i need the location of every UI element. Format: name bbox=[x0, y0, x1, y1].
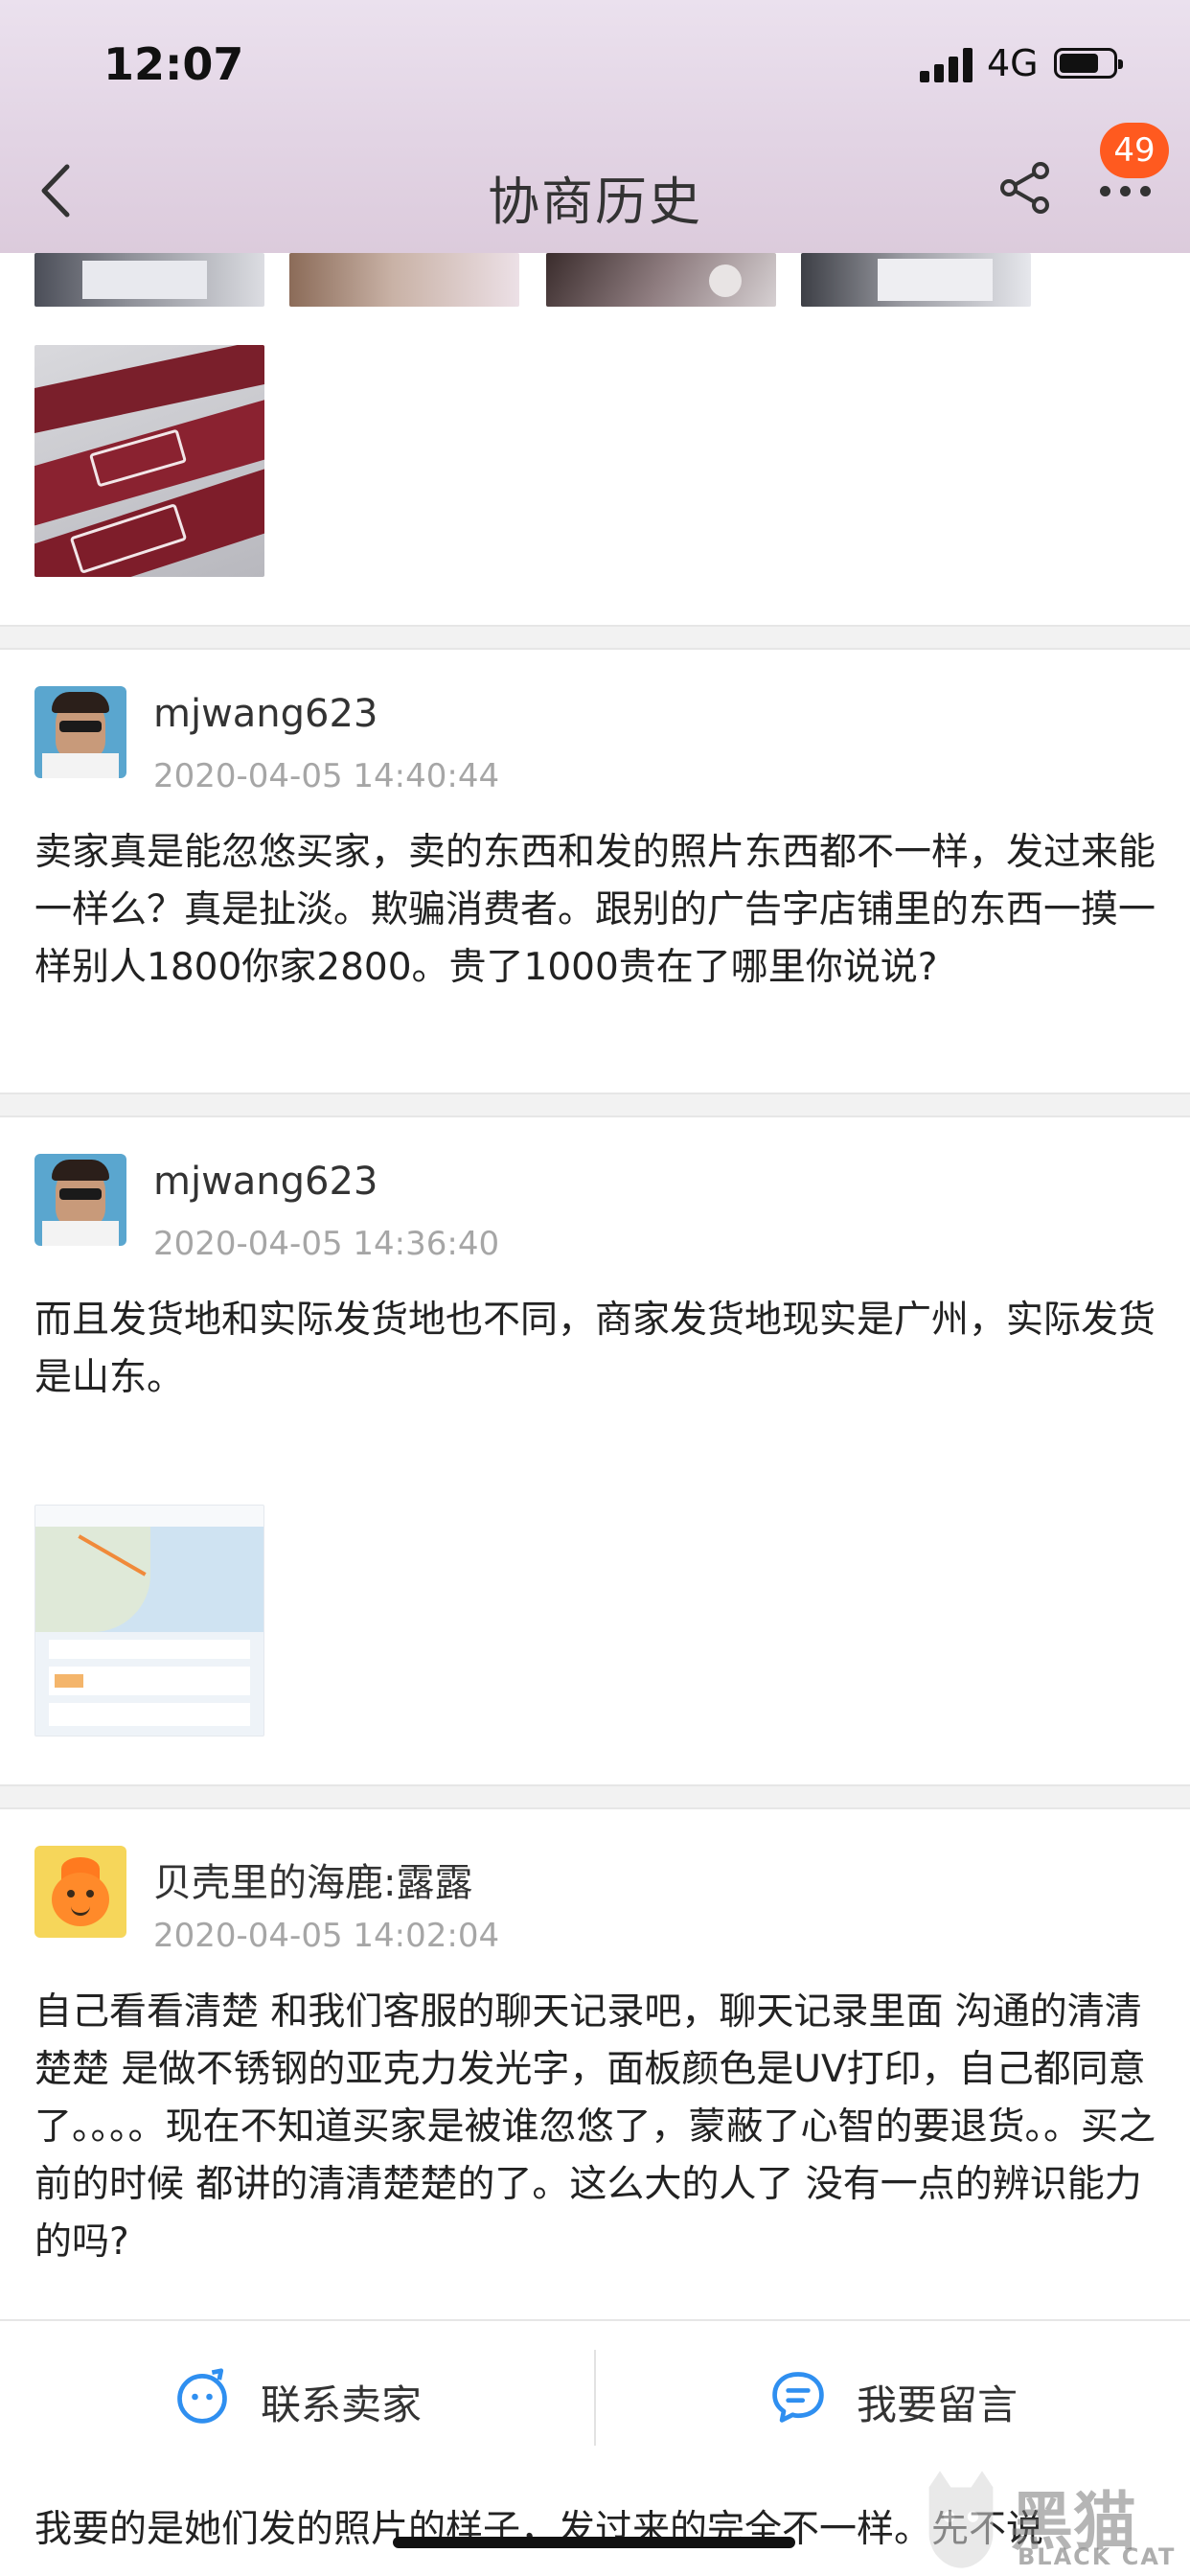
avatar[interactable] bbox=[34, 1154, 126, 1246]
comment-timestamp: 2020-04-05 14:40:44 bbox=[153, 757, 500, 795]
comment-timestamp: 2020-04-05 14:36:40 bbox=[153, 1225, 500, 1263]
username: mjwang623 bbox=[153, 1160, 378, 1204]
attached-image-thumbnail[interactable] bbox=[34, 253, 264, 307]
section-divider bbox=[0, 1784, 1190, 1809]
username: 贝壳里的海鹿:露露 bbox=[153, 1861, 473, 1905]
contact-seller-label: 联系卖家 bbox=[261, 2381, 423, 2428]
contact-seller-button[interactable]: 联系卖家 bbox=[172, 2361, 460, 2438]
comment-text: 自己看看清楚 和我们客服的聊天记录吧，聊天记录里面 沟通的清清楚楚 是做不锈钢的… bbox=[34, 1990, 1156, 2264]
cat-logo-icon bbox=[928, 2471, 994, 2568]
section-divider bbox=[0, 625, 1190, 650]
app-header: 12:07 4G 协商历史 49 bbox=[0, 0, 1190, 253]
status-time: 12:07 bbox=[103, 38, 244, 90]
battery-icon bbox=[1054, 48, 1123, 79]
more-menu-icon[interactable] bbox=[1100, 186, 1152, 197]
bar-divider bbox=[594, 2350, 596, 2446]
attached-image-thumbnail[interactable] bbox=[289, 253, 519, 307]
message-bubble-icon bbox=[772, 2372, 824, 2423]
watermark-subtext: BLACK CAT bbox=[1018, 2543, 1177, 2570]
username: mjwang623 bbox=[153, 692, 378, 736]
avatar[interactable] bbox=[34, 1846, 126, 1938]
comment-timestamp: 2020-04-05 14:02:04 bbox=[153, 1917, 500, 1955]
attached-image-thumbnail[interactable] bbox=[34, 345, 264, 577]
attached-image-thumbnail[interactable] bbox=[801, 253, 1031, 307]
chat-face-icon bbox=[177, 2368, 227, 2424]
network-type: 4G bbox=[987, 42, 1039, 84]
comment-text: 卖家真是能忽悠买家，卖的东西和发的照片东西都不一样，发过来能一样么？真是扯淡。欺… bbox=[34, 831, 1156, 989]
signal-icon bbox=[920, 48, 975, 82]
leave-message-label: 我要留言 bbox=[857, 2381, 1018, 2428]
blackcat-watermark: 黑猫 BLACK CAT bbox=[920, 2467, 1190, 2576]
bottom-action-bar: 联系卖家 我要留言 bbox=[0, 2319, 1190, 2476]
section-divider bbox=[0, 1092, 1190, 1117]
home-indicator[interactable] bbox=[393, 2537, 795, 2548]
comment-text: 我要的是她们发的照片的样子，发过来的完全不一样。先不说 bbox=[34, 2508, 1044, 2551]
leave-message-button[interactable]: 我要留言 bbox=[768, 2361, 1056, 2438]
comment-text: 而且发货地和实际发货地也不同，商家发货地现实是广州，实际发货是山东。 bbox=[34, 1299, 1156, 1399]
avatar[interactable] bbox=[34, 686, 126, 778]
notification-badge: 49 bbox=[1100, 123, 1169, 178]
attached-image-thumbnail[interactable] bbox=[546, 253, 776, 307]
attached-image-thumbnail[interactable] bbox=[34, 1505, 264, 1736]
share-icon[interactable] bbox=[996, 159, 1054, 217]
